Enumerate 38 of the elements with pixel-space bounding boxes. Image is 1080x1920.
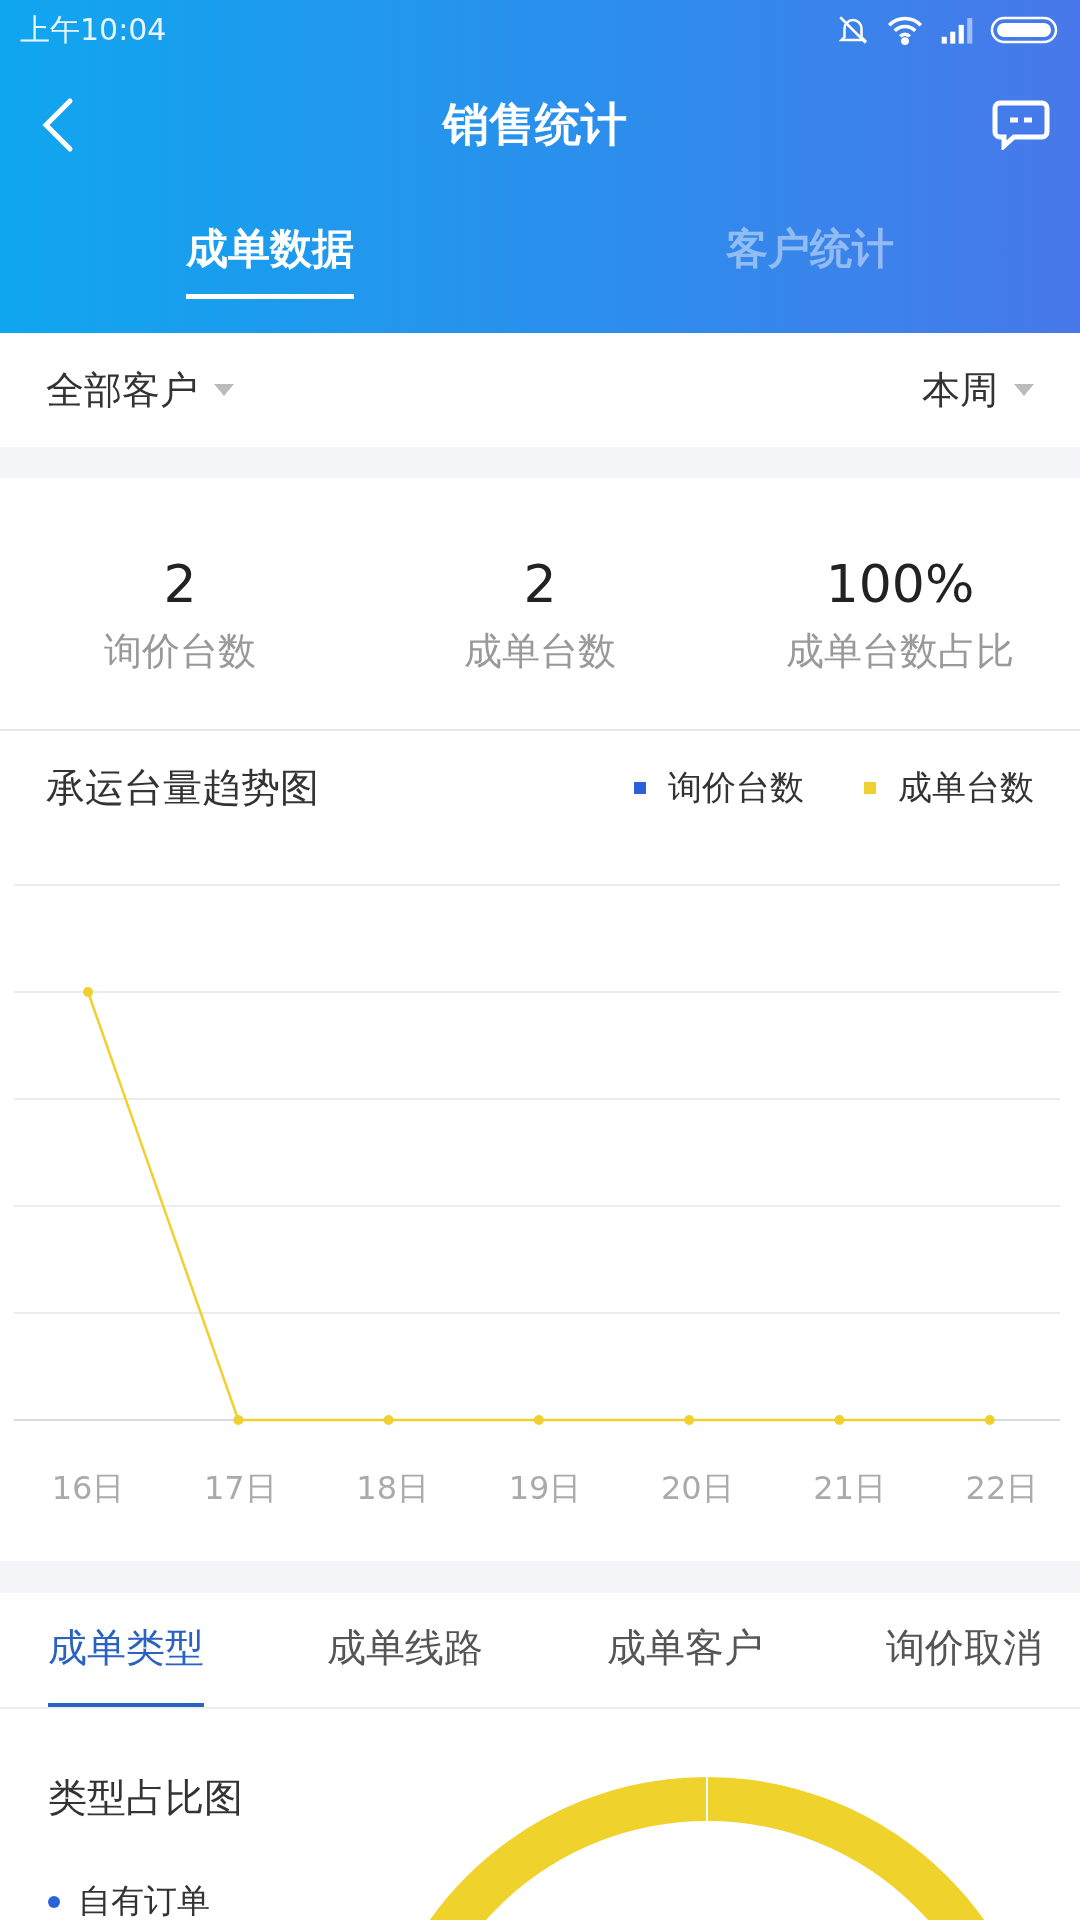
caret-icon (214, 384, 234, 396)
stat-value: 2 (163, 554, 197, 614)
tab[interactable]: 成单线路 (327, 1593, 484, 1707)
data-point (533, 1415, 544, 1425)
stat-value: 2 (523, 554, 557, 614)
chat-button[interactable] (992, 100, 1050, 150)
caret-icon (1014, 384, 1034, 396)
axis-label: 18日 (355, 1468, 430, 1509)
tab[interactable]: 询价取消 (886, 1593, 1042, 1707)
data-point (684, 1415, 695, 1425)
axis-label: 20日 (659, 1468, 735, 1509)
data-point (834, 1415, 845, 1425)
stat-label: 询价台数 (104, 628, 256, 675)
axis-label: 19日 (507, 1468, 583, 1509)
stat-label: 成单台数 (464, 628, 616, 675)
legend-label: 成单台数 (898, 766, 1034, 809)
tab[interactable]: 成单客户 (606, 1593, 763, 1707)
signal-icon (940, 16, 974, 44)
filter-dropdown[interactable]: 全部客户 (46, 364, 234, 416)
axis-label: 16日 (50, 1468, 126, 1509)
data-point (383, 1415, 394, 1425)
data-point (233, 1415, 244, 1425)
axis-label: 21日 (812, 1468, 887, 1509)
wifi-icon (886, 15, 924, 45)
data-point (984, 1415, 995, 1425)
axis-label: 17日 (202, 1468, 278, 1509)
legend-label: 自有订单 (78, 1880, 210, 1920)
chart-title: 类型占比图 (48, 1774, 243, 1822)
stat-label: 成单台数占比 (786, 628, 1014, 675)
status-time: 上午10:04 (20, 10, 167, 49)
page-title: 销售统计 (443, 96, 627, 153)
axis-label: 22日 (964, 1468, 1040, 1509)
stat-value: 100% (825, 554, 975, 614)
legend-label: 询价台数 (668, 766, 804, 809)
filter-dropdown[interactable]: 本周 (922, 364, 1034, 416)
chart-title: 承运台量趋势图 (46, 764, 319, 812)
battery-icon (990, 15, 1060, 45)
data-point (83, 987, 93, 997)
